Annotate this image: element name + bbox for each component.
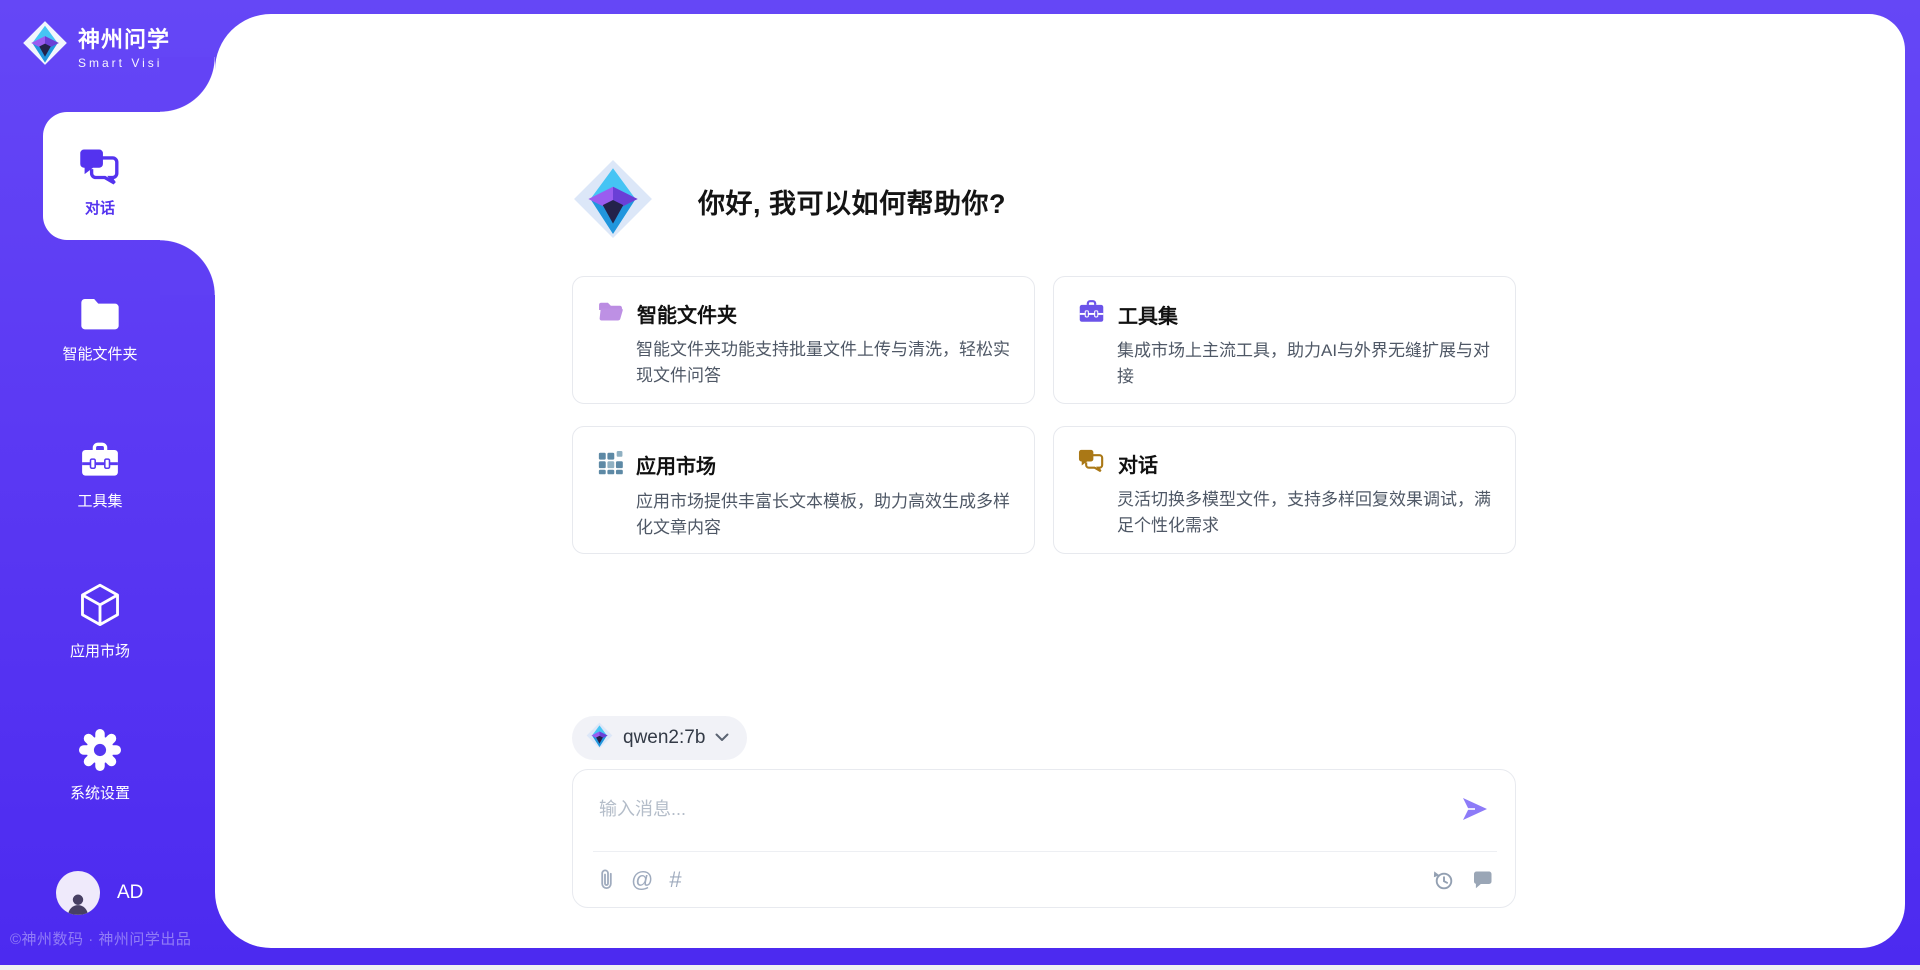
sidebar-item-label: 工具集 (20, 490, 180, 511)
feature-cards: 智能文件夹 智能文件夹功能支持批量文件上传与清洗，轻松实现文件问答 工具集 集成… (572, 276, 1516, 554)
card-description: 集成市场上主流工具，助力AI与外界无缝扩展与对接 (1117, 338, 1491, 389)
new-chat-button[interactable] (1472, 870, 1493, 890)
sidebar-item-smart-folder[interactable]: 智能文件夹 (20, 295, 180, 364)
card-toolset[interactable]: 工具集 集成市场上主流工具，助力AI与外界无缝扩展与对接 (1053, 276, 1516, 404)
paperclip-icon (597, 880, 615, 895)
gear-icon (79, 729, 121, 771)
sidebar-item-label: 应用市场 (20, 640, 180, 661)
at-sign-icon: @ (631, 867, 653, 892)
sidebar-item-label: 智能文件夹 (20, 343, 180, 364)
sidebar-item-toolset[interactable]: 工具集 (20, 441, 180, 511)
chat-bubble-icon (1472, 878, 1493, 893)
card-description: 灵活切换多模型文件，支持多样回复效果调试，满足个性化需求 (1117, 487, 1491, 538)
message-composer: @ # (572, 769, 1516, 908)
sidebar-item-label: 对话 (20, 197, 180, 218)
page-title: 你好, 我可以如何帮助你? (698, 182, 1006, 221)
card-title: 对话 (1118, 449, 1158, 478)
chat-bubbles-icon (79, 148, 121, 190)
sidebar-item-chat[interactable]: 对话 (20, 148, 180, 218)
card-description: 智能文件夹功能支持批量文件上传与清洗，轻松实现文件问答 (636, 337, 1010, 388)
brand: 神州问学 Smart Vision (22, 20, 182, 71)
card-title: 工具集 (1118, 300, 1178, 329)
message-input[interactable] (599, 794, 1439, 824)
chevron-down-icon (715, 729, 729, 747)
cube-icon (78, 583, 122, 625)
model-logo-icon (586, 722, 613, 754)
assistant-logo (572, 158, 654, 245)
brand-name: 神州问学 (78, 22, 182, 54)
card-app-market[interactable]: 应用市场 应用市场提供丰富长文本模板，助力高效生成多样化文章内容 (572, 426, 1035, 554)
history-button[interactable] (1432, 869, 1455, 892)
model-selector[interactable]: qwen2:7b (572, 716, 747, 760)
card-title: 应用市场 (636, 450, 716, 479)
card-description: 应用市场提供丰富长文本模板，助力高效生成多样化文章内容 (636, 489, 1010, 540)
composer-divider (593, 851, 1497, 852)
page-bottom-edge (0, 965, 1920, 970)
attach-file-button[interactable] (597, 868, 615, 892)
greeting-block: 你好, 我可以如何帮助你? (572, 158, 1006, 245)
user-name: AD (117, 882, 143, 904)
chat-bubbles-icon (1078, 449, 1105, 478)
history-clock-icon (1432, 880, 1455, 895)
sidebar-item-app-market[interactable]: 应用市场 (20, 583, 180, 661)
sidebar: 神州问学 Smart Vision 对话 智能文件夹 (0, 0, 215, 948)
grid-cube-icon (597, 449, 623, 480)
toolbox-icon (1078, 299, 1105, 329)
toolbox-icon (79, 441, 121, 483)
folder-icon (79, 295, 121, 337)
hash-icon: # (669, 867, 681, 892)
card-smart-folder[interactable]: 智能文件夹 智能文件夹功能支持批量文件上传与清洗，轻松实现文件问答 (572, 276, 1035, 404)
sidebar-item-label: 系统设置 (20, 782, 180, 803)
topic-button[interactable]: # (669, 869, 681, 891)
model-name: qwen2:7b (623, 727, 705, 749)
brand-logo-icon (22, 20, 68, 71)
mention-button[interactable]: @ (631, 869, 653, 891)
copyright-text: ©神州数码 · 神州问学出品 (10, 928, 191, 949)
main-panel: 你好, 我可以如何帮助你? 智能文件夹 智能文件夹功能支持批量文件上传与清洗，轻… (215, 14, 1905, 948)
sidebar-item-settings[interactable]: 系统设置 (20, 729, 180, 803)
avatar (56, 871, 100, 915)
send-button[interactable] (1461, 796, 1489, 822)
user-profile[interactable]: AD (56, 871, 143, 915)
folder-open-icon (597, 299, 624, 328)
card-title: 智能文件夹 (637, 299, 737, 328)
card-chat[interactable]: 对话 灵活切换多模型文件，支持多样回复效果调试，满足个性化需求 (1053, 426, 1516, 554)
